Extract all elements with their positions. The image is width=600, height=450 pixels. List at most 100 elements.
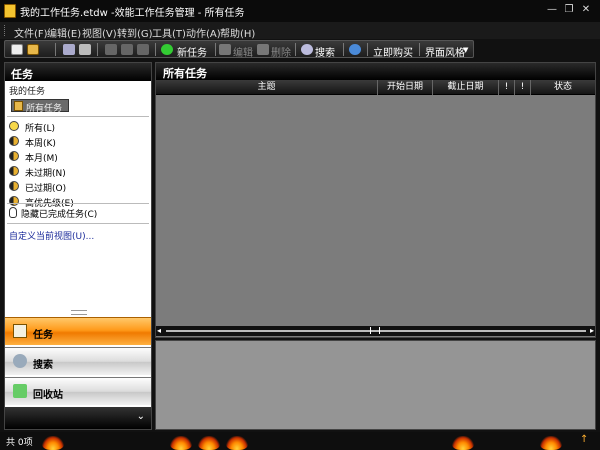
window-title: 我的工作任务.etdw -效能工作任务管理 - 所有任务 [20, 8, 245, 19]
title-bar[interactable]: 我的工作任务.etdw -效能工作任务管理 - 所有任务 — ❐ ✕ [0, 0, 600, 22]
chevron-down-icon[interactable]: ▼ [463, 46, 468, 54]
task-pane: 任务 我的任务 所有任务 所有(L) 本周(K) 本月(M) 未过期(N) 已过… [4, 62, 152, 430]
custom-view-link[interactable]: 自定义当前视图(U)... [9, 229, 94, 242]
new-task-button[interactable]: 新任务 [177, 44, 207, 59]
task-icon [13, 324, 27, 338]
preview-icon[interactable] [79, 44, 91, 55]
divider [7, 203, 149, 204]
filter-label: 本月(M) [25, 154, 58, 164]
close-button[interactable]: ✕ [580, 4, 592, 16]
add-task-icon [161, 44, 173, 55]
crescent-moon-icon [9, 181, 19, 191]
minimize-button[interactable]: — [546, 4, 558, 16]
flame-decoration [42, 436, 64, 450]
menu-view[interactable]: 视图(V) [82, 25, 117, 40]
new-document-icon[interactable] [11, 44, 23, 55]
delete-icon [257, 44, 269, 55]
crescent-moon-icon [9, 136, 19, 146]
all-tasks-label: 所有任务 [26, 104, 63, 114]
paste-icon[interactable] [137, 44, 149, 55]
horizontal-scrollbar[interactable]: ◂ ▸ [156, 326, 595, 336]
toolbar: 新任务 编辑 删除 搜索 立即购买 界面风格 ▼ [0, 39, 600, 59]
task-detail-pane [155, 340, 596, 430]
divider [7, 116, 149, 117]
toolbar-separator [367, 43, 368, 56]
toolbar-separator [295, 43, 296, 56]
menu-action[interactable]: 动作(A) [186, 25, 221, 40]
filter-label: 已过期(O) [25, 184, 67, 194]
cut-icon[interactable] [105, 44, 117, 55]
column-due-date[interactable]: 截止日期 [433, 80, 499, 95]
scrollbar-thumb[interactable] [370, 327, 380, 334]
menu-bar: 文件(F) 编辑(E) 视图(V) 转到(G) 工具(T) 动作(A) 帮助(H… [0, 22, 600, 40]
buy-now-button[interactable]: 立即购买 [373, 44, 413, 59]
item-count: 共 0项 [6, 438, 33, 448]
up-arrow-icon[interactable]: ↑ [580, 434, 588, 445]
flame-decoration [540, 436, 562, 450]
crescent-moon-icon [9, 166, 19, 176]
full-moon-icon [9, 121, 19, 131]
column-start-date[interactable]: 开始日期 [378, 80, 433, 95]
filter-label: 所有(L) [25, 124, 56, 134]
menu-grip[interactable] [4, 25, 7, 36]
task-list-header: 所有任务 [156, 63, 595, 80]
task-list-icon [14, 101, 23, 111]
column-status[interactable]: 状态 [531, 80, 595, 95]
recycle-bin-icon [13, 384, 27, 398]
search-icon [13, 354, 27, 368]
delete-button[interactable]: 删除 [271, 44, 291, 59]
column-importance[interactable]: ! [515, 80, 531, 95]
menu-help[interactable]: 帮助(H) [220, 25, 255, 40]
my-tasks-folder[interactable]: 我的任务 [9, 84, 45, 97]
column-subject[interactable]: 主题 [156, 80, 378, 95]
flame-decoration [226, 436, 248, 450]
nav-recycle-label: 回收站 [33, 390, 63, 401]
grid-column-header: 主题 开始日期 截止日期 ! ! 状态 [156, 80, 595, 95]
toolbar-separator [155, 43, 156, 56]
print-icon[interactable] [63, 44, 75, 55]
copy-icon[interactable] [121, 44, 133, 55]
menu-goto[interactable]: 转到(G) [117, 25, 153, 40]
nav-search-button[interactable]: 搜索 [5, 347, 151, 375]
menu-tools[interactable]: 工具(T) [152, 25, 186, 40]
search-button[interactable]: 搜索 [315, 44, 335, 59]
toolbar-strip: 新任务 编辑 删除 搜索 立即购买 界面风格 ▼ [4, 40, 474, 59]
toolbar-separator [419, 43, 420, 56]
skin-dropdown[interactable]: 界面风格 [425, 44, 465, 59]
task-list-pane: 所有任务 主题 开始日期 截止日期 ! ! 状态 ◂ ▸ [155, 62, 596, 338]
all-tasks-item[interactable]: 所有任务 [11, 99, 69, 114]
splitter-grip[interactable] [71, 310, 87, 315]
filter-label: 未过期(N) [25, 169, 66, 179]
crescent-moon-icon [9, 151, 19, 161]
nav-search-label: 搜索 [33, 360, 53, 371]
task-pane-header: 任务 [5, 63, 151, 81]
crescent-moon-icon [9, 196, 19, 206]
toolbar-separator [215, 43, 216, 56]
restore-button[interactable]: ❐ [563, 4, 575, 16]
filter-label: 本周(K) [25, 139, 56, 149]
edit-button[interactable]: 编辑 [233, 44, 253, 59]
menu-file[interactable]: 文件(F) [14, 25, 48, 40]
status-bar: 共 0项 ↑ [0, 432, 600, 450]
divider [7, 223, 149, 224]
toolbar-separator [97, 43, 98, 56]
help-icon[interactable] [349, 44, 361, 55]
flame-decoration [198, 436, 220, 450]
checkbox-icon [9, 207, 17, 218]
scroll-left-icon[interactable]: ◂ [157, 326, 161, 335]
chevron-down-icon[interactable]: ⌄ [137, 411, 145, 422]
column-priority[interactable]: ! [499, 80, 515, 95]
app-icon [4, 4, 16, 18]
nav-tasks-label: 任务 [33, 330, 53, 341]
toolbar-separator [55, 43, 56, 56]
edit-icon [219, 44, 231, 55]
menu-edit[interactable]: 编辑(E) [47, 25, 81, 40]
nav-tasks-button[interactable]: 任务 [5, 317, 151, 345]
nav-footer: ⌄ [5, 407, 151, 429]
nav-recycle-button[interactable]: 回收站 [5, 377, 151, 405]
flame-decoration [170, 436, 192, 450]
search-icon [301, 44, 313, 55]
scroll-right-icon[interactable]: ▸ [590, 326, 594, 335]
open-folder-icon[interactable] [27, 44, 39, 55]
flame-decoration [452, 436, 474, 450]
